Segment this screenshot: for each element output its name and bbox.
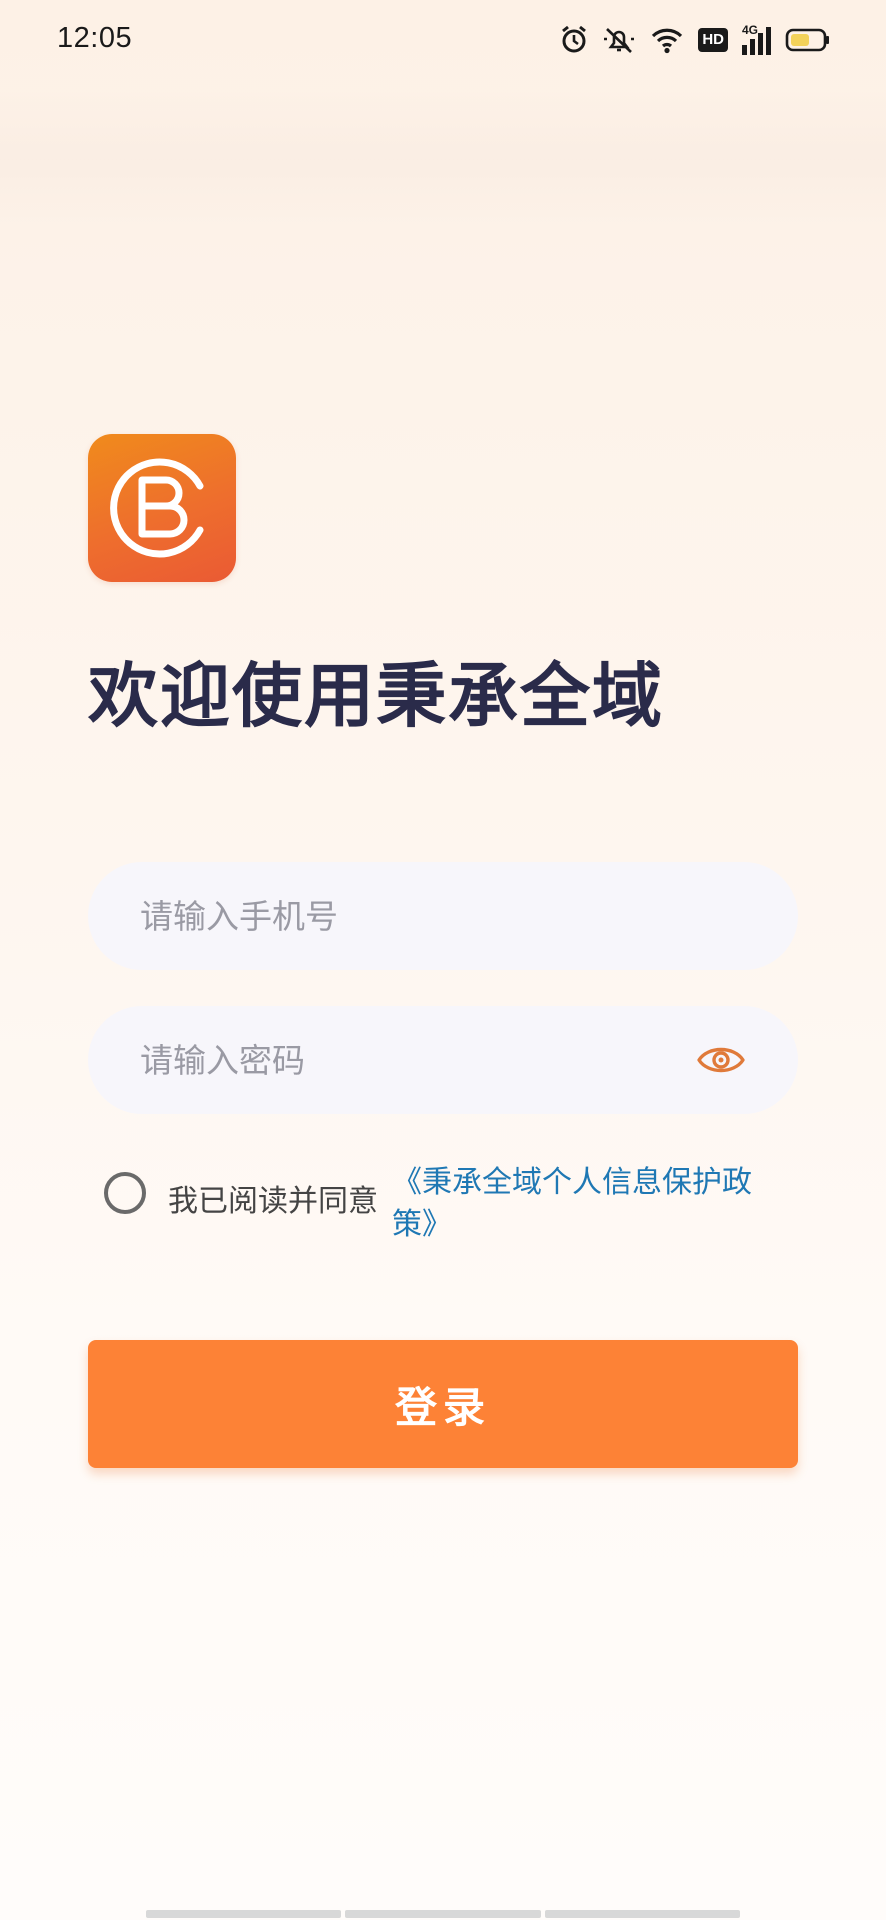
welcome-title: 欢迎使用秉承全域 bbox=[88, 655, 664, 737]
app-logo bbox=[88, 434, 236, 582]
alarm-icon bbox=[562, 25, 587, 53]
status-bar: 12:05 HD 4G bbox=[0, 0, 886, 80]
phone-field[interactable] bbox=[88, 862, 798, 970]
battery-icon bbox=[785, 28, 829, 52]
cb-logo-icon bbox=[110, 458, 204, 558]
status-time: 12:05 bbox=[57, 22, 133, 54]
password-input[interactable] bbox=[140, 1006, 700, 1114]
background-haze bbox=[0, 90, 886, 230]
navigation-handle[interactable] bbox=[146, 1910, 740, 1918]
login-button[interactable]: 登录 bbox=[88, 1340, 798, 1468]
network-label: 4G bbox=[742, 23, 759, 37]
hd-icon: HD bbox=[698, 28, 728, 52]
agreement-row: 我已阅读并同意 《秉承全域个人信息保护政策》 bbox=[100, 1162, 800, 1242]
silent-icon bbox=[604, 28, 635, 53]
password-visibility-toggle[interactable] bbox=[696, 1038, 746, 1082]
signal-4g-icon: 4G bbox=[742, 23, 771, 55]
privacy-policy-link[interactable]: 《秉承全域个人信息保护政策》 bbox=[392, 1162, 792, 1246]
phone-input[interactable] bbox=[140, 862, 700, 970]
status-icons: HD 4G bbox=[560, 22, 831, 58]
wifi-icon bbox=[652, 28, 683, 54]
agreement-text: 我已阅读并同意 bbox=[168, 1184, 378, 1219]
agreement-checkbox[interactable] bbox=[104, 1172, 146, 1214]
password-field[interactable] bbox=[88, 1006, 798, 1114]
eye-icon bbox=[697, 1047, 745, 1073]
